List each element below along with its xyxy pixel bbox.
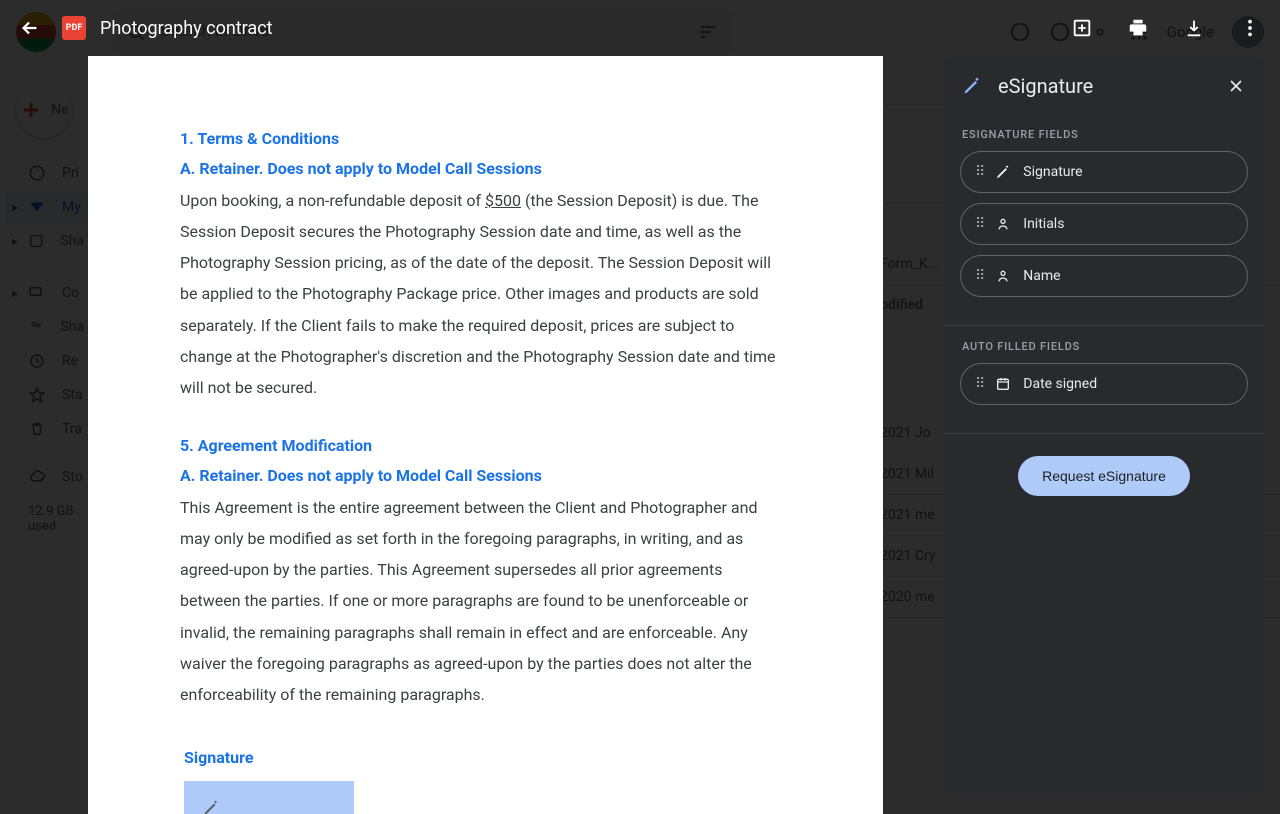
chip-label: Name xyxy=(1023,268,1060,284)
pdf-badge-icon: PDF xyxy=(62,16,86,40)
text-deposit-amount: $500 xyxy=(485,191,521,210)
field-chip-name[interactable]: ⠿ Name xyxy=(960,255,1248,297)
subheading-retainer-2: A. Retainer. Does not apply to Model Cal… xyxy=(180,461,783,491)
pen-icon xyxy=(995,164,1011,180)
download-button[interactable] xyxy=(1176,10,1212,46)
download-icon xyxy=(1183,17,1205,39)
esignature-fields-section: ESIGNATURE FIELDS ⠿ Signature ⠿ Initials… xyxy=(944,114,1264,323)
text-deposit-prefix: Upon booking, a non-refundable deposit o… xyxy=(180,191,485,210)
auto-filled-section: AUTO FILLED FIELDS ⠿ Date signed xyxy=(944,326,1264,431)
back-button[interactable] xyxy=(12,10,48,46)
text-deposit-suffix: (the Session Deposit) is due. The Sessio… xyxy=(180,191,776,397)
signature-field[interactable] xyxy=(184,781,354,814)
subheading-retainer-1: A. Retainer. Does not apply to Model Cal… xyxy=(180,154,783,184)
add-box-icon xyxy=(1071,17,1093,39)
document-page: 1. Terms & Conditions A. Retainer. Does … xyxy=(88,56,883,814)
esignature-header: eSignature xyxy=(944,56,1264,114)
field-chip-initials[interactable]: ⠿ Initials xyxy=(960,203,1248,245)
esignature-action-row: Request eSignature xyxy=(944,434,1264,518)
pen-icon xyxy=(962,76,982,96)
drag-handle-icon: ⠿ xyxy=(975,217,983,231)
more-button[interactable] xyxy=(1232,10,1268,46)
chip-label: Signature xyxy=(1023,164,1082,180)
print-icon xyxy=(1127,17,1149,39)
section-heading-terms: 1. Terms & Conditions xyxy=(180,124,783,154)
request-esignature-button[interactable]: Request eSignature xyxy=(1018,456,1190,496)
person-icon xyxy=(995,216,1011,232)
person-icon xyxy=(995,268,1011,284)
auto-filled-label: AUTO FILLED FIELDS xyxy=(962,340,1248,353)
drag-handle-icon: ⠿ xyxy=(975,377,983,391)
more-vert-icon xyxy=(1239,17,1261,39)
close-button[interactable] xyxy=(1226,76,1246,96)
drag-handle-icon: ⠿ xyxy=(975,165,983,179)
field-chip-signature[interactable]: ⠿ Signature xyxy=(960,151,1248,193)
arrow-left-icon xyxy=(19,17,41,39)
drag-handle-icon: ⠿ xyxy=(975,269,983,283)
esignature-title: eSignature xyxy=(998,74,1093,98)
close-icon xyxy=(1226,76,1246,96)
viewer-actions xyxy=(1064,10,1268,46)
section-heading-agreement: 5. Agreement Modification xyxy=(180,431,783,461)
esignature-panel: eSignature ESIGNATURE FIELDS ⠿ Signature… xyxy=(944,56,1264,794)
print-button[interactable] xyxy=(1120,10,1156,46)
chip-label: Initials xyxy=(1023,216,1064,232)
field-chip-date-signed[interactable]: ⠿ Date signed xyxy=(960,363,1248,405)
paragraph-agreement: This Agreement is the entire agreement b… xyxy=(180,492,783,710)
viewer-topbar: PDF Photography contract xyxy=(0,0,1280,56)
document-title: Photography contract xyxy=(100,18,273,39)
esignature-fields-label: ESIGNATURE FIELDS xyxy=(962,128,1248,141)
signature-label: Signature xyxy=(184,748,783,767)
chip-label: Date signed xyxy=(1023,376,1097,392)
pen-icon xyxy=(202,799,220,814)
calendar-icon xyxy=(995,376,1011,392)
paragraph-deposit: Upon booking, a non-refundable deposit o… xyxy=(180,185,783,403)
add-to-drive-button[interactable] xyxy=(1064,10,1100,46)
